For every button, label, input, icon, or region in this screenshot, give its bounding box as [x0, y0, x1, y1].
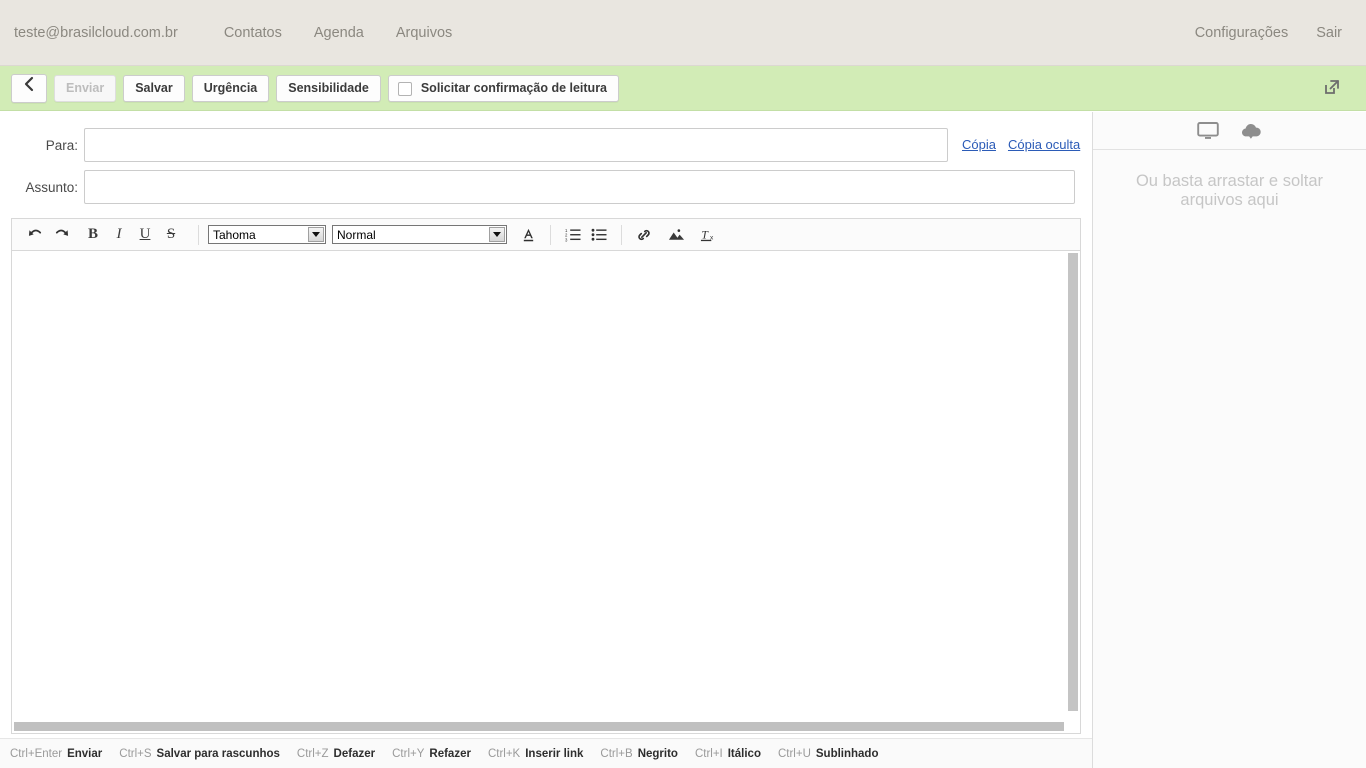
shortcut-key: Ctrl+Y [392, 747, 425, 760]
send-button[interactable]: Enviar [54, 75, 117, 102]
shortcut-item: Ctrl+Z Defazer [297, 748, 375, 760]
compose-action-toolbar: Enviar Salvar Urgência Sensibilidade Sol… [0, 66, 1366, 111]
nav-item-agenda[interactable]: Agenda [298, 25, 380, 41]
attachment-source-icons [1093, 112, 1366, 150]
back-button[interactable] [11, 74, 47, 103]
nav-item-arquivos[interactable]: Arquivos [380, 25, 468, 41]
bold-button[interactable]: B [82, 224, 104, 246]
svg-text:T: T [701, 228, 709, 241]
shortcut-key: Ctrl+S [119, 747, 152, 760]
toolbar-divider [198, 224, 199, 245]
to-input[interactable] [84, 128, 948, 162]
shortcut-action: Enviar [67, 747, 103, 760]
editor-style-group: B I U S [80, 219, 184, 251]
sensitivity-button[interactable]: Sensibilidade [276, 75, 381, 102]
shortcut-key: Ctrl+I [694, 747, 723, 760]
shortcut-action: Itálico [727, 747, 761, 760]
unordered-list-icon[interactable] [588, 224, 610, 246]
chevron-down-icon[interactable] [489, 227, 505, 242]
shortcut-action: Inserir link [525, 747, 584, 760]
bcc-link[interactable]: Cópia oculta [1008, 137, 1080, 152]
shortcut-key: Ctrl+U [777, 747, 811, 760]
text-color-icon[interactable] [517, 224, 539, 246]
subject-input[interactable] [84, 170, 1075, 204]
redo-arrow-icon[interactable] [50, 224, 72, 246]
italic-button[interactable]: I [108, 224, 130, 246]
svg-text:x: x [710, 234, 714, 241]
font-family-select[interactable]: Tahoma [208, 225, 326, 244]
shortcut-action: Salvar para rascunhos [156, 747, 280, 760]
clear-formatting-icon[interactable]: T x [697, 224, 719, 246]
external-link-icon [1322, 77, 1342, 102]
nav-item-contatos[interactable]: Contatos [208, 25, 298, 41]
shortcut-action: Defazer [333, 747, 376, 760]
cc-links-group: Cópia Cópia oculta [962, 137, 1080, 152]
editor-horizontal-scroll-thumb[interactable] [14, 722, 1064, 731]
to-field-row: Para: [0, 128, 948, 162]
attachment-panel: Ou basta arrastar e soltar arquivos aqui [1092, 112, 1366, 768]
compose-panel: Para: Cópia Cópia oculta Assunto: B I U … [0, 112, 1092, 768]
editor-vertical-scrollbar[interactable] [1068, 253, 1078, 715]
shortcut-key: Ctrl+Z [296, 747, 329, 760]
underline-button[interactable]: U [134, 224, 156, 246]
editor-history-group [22, 219, 74, 251]
toolbar-divider [550, 224, 551, 245]
font-size-value: Normal [337, 227, 376, 242]
shortcut-item: Ctrl+S Salvar para rascunhos [119, 748, 280, 760]
top-nav-left-group: teste@brasilcloud.com.br Contatos Agenda… [14, 0, 468, 66]
shortcut-key: Ctrl+K [487, 747, 521, 760]
shortcut-item: Ctrl+B Negrito [600, 748, 678, 760]
shortcut-item: Ctrl+Enter Enviar [10, 748, 102, 760]
top-navigation-bar: teste@brasilcloud.com.br Contatos Agenda… [0, 0, 1366, 66]
urgency-button[interactable]: Urgência [191, 75, 270, 102]
subject-field-row: Assunto: [0, 170, 1075, 204]
image-icon[interactable] [665, 224, 687, 246]
font-family-value: Tahoma [213, 227, 256, 242]
editor-horizontal-scrollbar[interactable] [14, 722, 1066, 731]
action-toolbar-buttons: Enviar Salvar Urgência Sensibilidade Sol… [11, 66, 620, 111]
to-field-label: Para: [45, 137, 78, 153]
shortcut-item: Ctrl+Y Refazer [392, 748, 471, 760]
shortcut-item: Ctrl+K Inserir link [488, 748, 583, 760]
ordered-list-icon[interactable]: 1 2 3 [562, 224, 584, 246]
shortcut-action: Negrito [637, 747, 678, 760]
save-button[interactable]: Salvar [123, 75, 185, 102]
shortcut-key: Ctrl+Enter [10, 747, 63, 760]
font-size-select[interactable]: Normal [332, 225, 507, 244]
shortcut-action: Refazer [429, 747, 471, 760]
editor-content-area[interactable] [12, 251, 1080, 733]
shortcut-action: Sublinhado [815, 747, 879, 760]
toolbar-divider [621, 224, 622, 245]
top-nav-right-group: Configurações Sair [1181, 0, 1356, 66]
svg-text:3: 3 [565, 237, 568, 242]
undo-arrow-icon[interactable] [24, 224, 46, 246]
shortcut-item: Ctrl+I Itálico [695, 748, 761, 760]
chevron-down-icon[interactable] [308, 227, 324, 242]
strikethrough-button[interactable]: S [160, 224, 182, 246]
expand-compose-button[interactable] [1320, 77, 1344, 101]
keyboard-shortcuts-bar: Ctrl+Enter Enviar Ctrl+S Salvar para ras… [0, 738, 1092, 768]
rich-text-editor: B I U S Tahoma Normal 1 2 3 T x [11, 218, 1081, 734]
monitor-icon[interactable] [1196, 121, 1219, 141]
cc-link[interactable]: Cópia [962, 137, 996, 152]
editor-text[interactable] [12, 251, 1080, 267]
subject-field-label: Assunto: [25, 179, 78, 195]
settings-link[interactable]: Configurações [1181, 25, 1303, 41]
account-email-link[interactable]: teste@brasilcloud.com.br [14, 25, 208, 41]
read-receipt-control[interactable]: Solicitar confirmação de leitura [387, 75, 620, 102]
cloud-upload-icon[interactable] [1239, 121, 1263, 141]
shortcut-item: Ctrl+U Sublinhado [778, 748, 879, 760]
shortcut-key: Ctrl+B [600, 747, 633, 760]
read-receipt-label: Solicitar confirmação de leitura [420, 81, 608, 95]
chevron-left-icon [23, 76, 35, 101]
read-receipt-checkbox[interactable] [397, 81, 412, 96]
logout-link[interactable]: Sair [1302, 25, 1356, 41]
editor-vertical-scroll-thumb[interactable] [1068, 253, 1078, 711]
editor-toolbar: B I U S Tahoma Normal 1 2 3 T x [12, 219, 1080, 251]
link-icon[interactable] [633, 224, 655, 246]
drag-drop-hint: Ou basta arrastar e soltar arquivos aqui [1135, 172, 1324, 209]
